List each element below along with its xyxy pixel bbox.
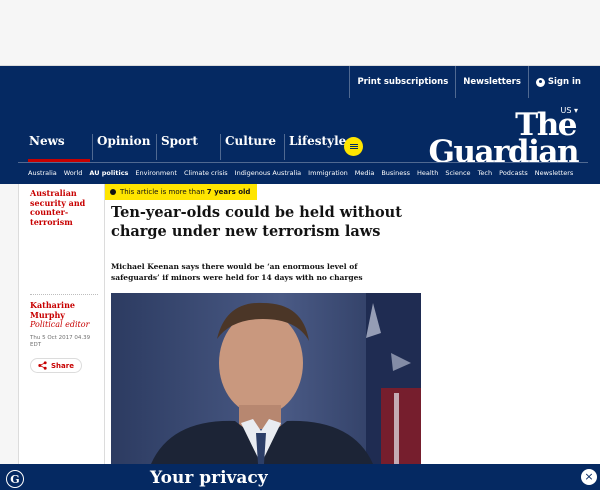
subnav: Australia World AU politics Environment … [18, 162, 588, 182]
subnav-item-tech[interactable]: Tech [478, 169, 493, 177]
privacy-consent-banner: G Your privacy × [0, 464, 600, 490]
pillar-opinion[interactable]: Opinion [92, 134, 156, 160]
masthead: US ▾ The Guardian News Opinion Sport Cul… [0, 98, 600, 184]
print-subscriptions-link[interactable]: Print subscriptions [349, 66, 455, 98]
menu-button[interactable] [344, 137, 363, 156]
series-link[interactable]: Australian security and counter-terroris… [30, 188, 100, 227]
subnav-item-podcasts[interactable]: Podcasts [499, 169, 528, 177]
subnav-item-au-politics[interactable]: AU politics [89, 169, 128, 177]
age-warning-badge: This article is more than 7 years old [105, 184, 257, 200]
pillar-news[interactable]: News [28, 134, 92, 162]
subnav-item-climate-crisis[interactable]: Climate crisis [184, 169, 228, 177]
age-warning-age: 7 years old [206, 188, 251, 196]
article-standfirst: Michael Keenan says there would be ‘an e… [111, 262, 363, 282]
article-container: Australian security and counter-terroris… [18, 184, 600, 464]
sign-in-label: Sign in [547, 77, 581, 87]
meta-divider [30, 294, 98, 295]
subnav-item-immigration[interactable]: Immigration [308, 169, 348, 177]
profile-icon [535, 77, 545, 87]
age-warning-text: This article is more than [120, 188, 205, 196]
lead-image [111, 293, 421, 464]
advertisement-slot [0, 0, 600, 66]
share-icon [38, 361, 47, 370]
sign-in-link[interactable]: Sign in [527, 66, 588, 98]
pillar-lifestyle[interactable]: Lifestyle [284, 134, 348, 160]
subnav-item-indigenous-australia[interactable]: Indigenous Australia [235, 169, 302, 177]
author-link[interactable]: Katharine Murphy [30, 300, 75, 320]
article-headline: Ten-year-olds could be held without char… [111, 204, 402, 240]
pillar-culture[interactable]: Culture [220, 134, 284, 160]
publish-date: Thu 5 Oct 2017 04.39 EDT [30, 335, 91, 349]
subnav-item-newsletters[interactable]: Newsletters [535, 169, 574, 177]
subnav-item-world[interactable]: World [64, 169, 83, 177]
guardian-roundel-icon: G [6, 470, 24, 488]
close-icon[interactable]: × [581, 469, 597, 485]
author-role: Political editor [30, 320, 90, 330]
guardian-logo[interactable]: The Guardian [428, 106, 579, 168]
article-meta-column: Australian security and counter-terroris… [19, 184, 105, 464]
share-button[interactable]: Share [30, 358, 82, 373]
subnav-item-health[interactable]: Health [417, 169, 438, 177]
pillar-sport[interactable]: Sport [156, 134, 220, 160]
share-label: Share [51, 361, 74, 370]
subnav-item-environment[interactable]: Environment [135, 169, 177, 177]
byline: Katharine Murphy Political editor [30, 300, 100, 330]
newsletters-link[interactable]: Newsletters [455, 66, 528, 98]
clock-icon [110, 189, 116, 195]
consent-title: Your privacy [150, 468, 268, 488]
hamburger-icon [349, 144, 358, 149]
pillar-nav: News Opinion Sport Culture Lifestyle [28, 134, 348, 162]
lead-photo-illustration [111, 293, 421, 464]
top-bar: Print subscriptions Newsletters Sign in [0, 66, 600, 98]
subnav-item-science[interactable]: Science [445, 169, 470, 177]
subnav-item-business[interactable]: Business [381, 169, 410, 177]
subnav-item-media[interactable]: Media [355, 169, 375, 177]
subnav-item-australia[interactable]: Australia [28, 169, 57, 177]
